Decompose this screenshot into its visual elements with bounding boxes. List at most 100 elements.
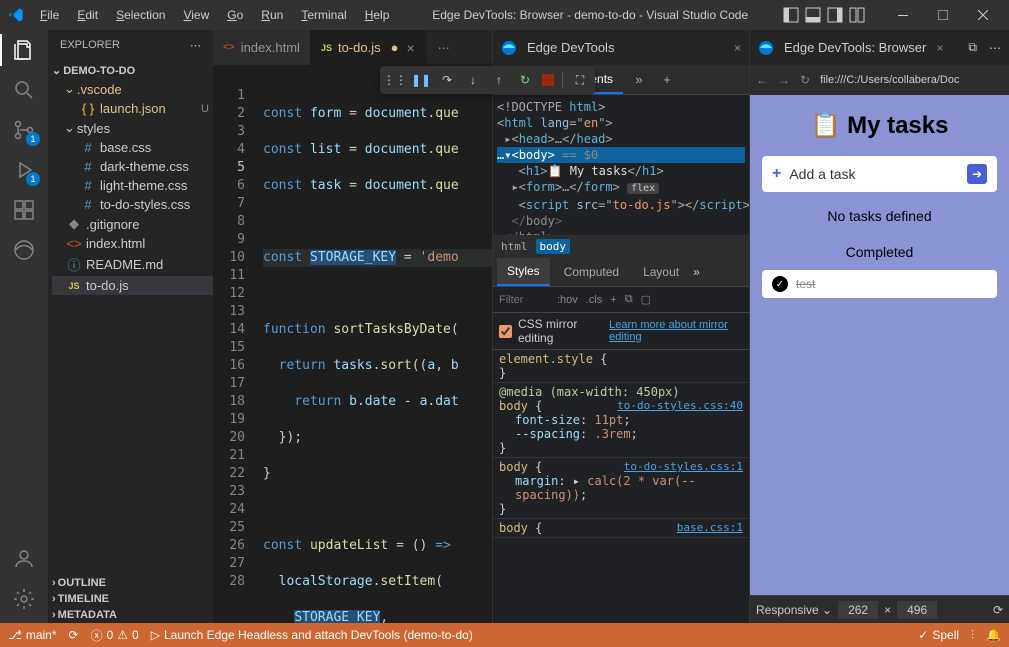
bc-body[interactable]: body (536, 239, 571, 254)
styles-more-icon[interactable]: » (693, 265, 700, 279)
debug-step-into-button[interactable]: ↓ (464, 71, 482, 89)
browser-more-icon[interactable]: ⋯ (989, 41, 1001, 55)
tab-index-html[interactable]: <>index.html (213, 30, 311, 65)
debug-toolbar[interactable]: ⋮⋮ ❚❚ ↷ ↓ ↑ ↻ ⛶ (380, 66, 595, 94)
debug-screenshot-button[interactable]: ⛶ (571, 71, 589, 89)
file-launch-json[interactable]: { }launch.jsonU (52, 99, 213, 118)
styles-icon-1[interactable]: ⧉ (625, 293, 633, 306)
file-index-html[interactable]: <>index.html (52, 234, 213, 253)
project-header[interactable]: ⌄DEMO-TO-DO (48, 62, 213, 79)
menu-file[interactable]: File (32, 4, 67, 26)
account-icon[interactable] (12, 547, 36, 571)
browser-close-icon[interactable]: × (936, 41, 943, 55)
menu-selection[interactable]: Selection (108, 4, 173, 26)
edge-tools-icon[interactable] (12, 238, 36, 262)
spell-indicator[interactable]: ✓ Spell (918, 628, 959, 642)
menu-help[interactable]: Help (357, 4, 398, 26)
back-button[interactable]: ← (756, 73, 768, 87)
launch-config[interactable]: ▷ Launch Edge Headless and attach DevToo… (151, 628, 473, 642)
layout-icon-1[interactable] (783, 7, 799, 23)
menu-go[interactable]: Go (219, 4, 251, 26)
feedback-icon[interactable]: ⫶ (971, 628, 974, 643)
menu-view[interactable]: View (175, 4, 217, 26)
debug-restart-button[interactable]: ↻ (516, 71, 534, 89)
layout-tab[interactable]: Layout (633, 259, 689, 285)
css-mirror-checkbox[interactable] (499, 325, 512, 338)
file-gitignore[interactable]: ◆.gitignore (52, 214, 213, 234)
layout-icon-4[interactable] (849, 7, 865, 23)
extensions-icon[interactable] (12, 198, 36, 222)
search-icon[interactable] (12, 78, 36, 102)
file-todo-styles-css[interactable]: #to-do-styles.css (52, 195, 213, 214)
explorer-more-icon[interactable]: ⋯ (190, 39, 201, 52)
explorer-icon[interactable] (12, 38, 36, 62)
sync-button[interactable]: ⟳ (69, 628, 79, 642)
cls-button[interactable]: .cls (586, 294, 603, 306)
outline-section[interactable]: ›OUTLINE (48, 575, 213, 591)
file-readme[interactable]: ⓘREADME.md (52, 253, 213, 276)
css-link-1[interactable]: to-do-styles.css:40 (617, 399, 743, 412)
more-tabs-icon[interactable]: » (627, 68, 651, 92)
completed-task-item[interactable]: ✓ test (762, 270, 997, 298)
url-bar[interactable]: file:///C:/Users/collabera/Doc (820, 74, 959, 86)
folder-vscode[interactable]: ⌄ .vscode (52, 79, 213, 99)
debug-stop-button[interactable] (542, 74, 554, 86)
timeline-section[interactable]: ›TIMELINE (48, 591, 213, 607)
file-todo-js[interactable]: JSto-do.js (52, 276, 213, 295)
maximize-button[interactable] (925, 1, 961, 29)
tab-todo-js[interactable]: JSto-do.js●× (311, 30, 426, 65)
responsive-dropdown[interactable]: Responsive ⌄ (756, 603, 832, 617)
debug-grip-icon[interactable]: ⋮⋮ (386, 71, 404, 89)
dom-tree[interactable]: <!DOCTYPE html> <html lang="en"> ▸<head>… (493, 95, 749, 235)
menu-terminal[interactable]: Terminal (293, 4, 354, 26)
css-rules[interactable]: element.style {} @media (max-width: 450p… (493, 350, 749, 623)
tab-close-icon[interactable]: × (406, 40, 414, 56)
debug-step-out-button[interactable]: ↑ (490, 71, 508, 89)
page-preview[interactable]: 📋 My tasks + Add a task ➔ No tasks defin… (750, 95, 1009, 595)
folder-styles[interactable]: ⌄ styles (52, 118, 213, 138)
branch-indicator[interactable]: ⎇ main* (8, 628, 57, 642)
problems-indicator[interactable]: ⓧ 0 ⚠ 0 (91, 627, 139, 644)
forward-button[interactable]: → (778, 73, 790, 87)
minimize-button[interactable] (885, 1, 921, 29)
menu-run[interactable]: Run (253, 4, 291, 26)
debug-pause-button[interactable]: ❚❚ (412, 71, 430, 89)
css-link-2[interactable]: to-do-styles.css:1 (624, 460, 743, 473)
split-icon[interactable]: ⧉ (968, 40, 977, 55)
reload-button[interactable]: ↻ (800, 73, 810, 87)
new-style-button[interactable]: + (610, 294, 616, 306)
notifications-icon[interactable]: 🔔 (986, 628, 1001, 642)
add-tab-icon[interactable]: + (655, 68, 679, 92)
styles-tab[interactable]: Styles (497, 258, 550, 286)
file-base-css[interactable]: #base.css (52, 138, 213, 157)
width-input[interactable]: 262 (838, 601, 878, 619)
submit-task-button[interactable]: ➔ (967, 164, 987, 184)
menu-edit[interactable]: Edit (69, 4, 106, 26)
file-dark-theme-css[interactable]: #dark-theme.css (52, 157, 213, 176)
code-content[interactable]: const form = document.que const list = d… (261, 87, 492, 623)
computed-tab[interactable]: Computed (554, 259, 629, 285)
bc-html[interactable]: html (501, 240, 528, 253)
close-button[interactable] (965, 1, 1001, 29)
metadata-section[interactable]: ›METADATA (48, 607, 213, 623)
file-light-theme-css[interactable]: #light-theme.css (52, 176, 213, 195)
debug-icon[interactable]: 1 (12, 158, 36, 182)
code-editor[interactable]: 1234567891011121314151617181920212223242… (213, 87, 492, 623)
scm-icon[interactable]: 1 (12, 118, 36, 142)
edge-icon (501, 40, 517, 56)
styles-icon-2[interactable]: ▢ (641, 293, 651, 306)
tab-overflow-icon[interactable]: ⋯ (438, 41, 450, 55)
learn-more-link[interactable]: Learn more about mirror editing (609, 319, 743, 343)
check-icon[interactable]: ✓ (772, 276, 788, 292)
layout-icon-2[interactable] (805, 7, 821, 23)
height-input[interactable]: 496 (897, 601, 937, 619)
css-link-3[interactable]: base.css:1 (677, 521, 743, 534)
debug-step-over-button[interactable]: ↷ (438, 71, 456, 89)
settings-icon[interactable] (12, 587, 36, 611)
hov-button[interactable]: :hov (557, 294, 578, 306)
devtools-close-icon[interactable]: × (734, 41, 741, 55)
layout-icon-3[interactable] (827, 7, 843, 23)
add-task-input[interactable]: + Add a task ➔ (762, 156, 997, 192)
rotate-icon[interactable]: ⟳ (993, 603, 1003, 617)
styles-filter-input[interactable] (499, 294, 549, 306)
